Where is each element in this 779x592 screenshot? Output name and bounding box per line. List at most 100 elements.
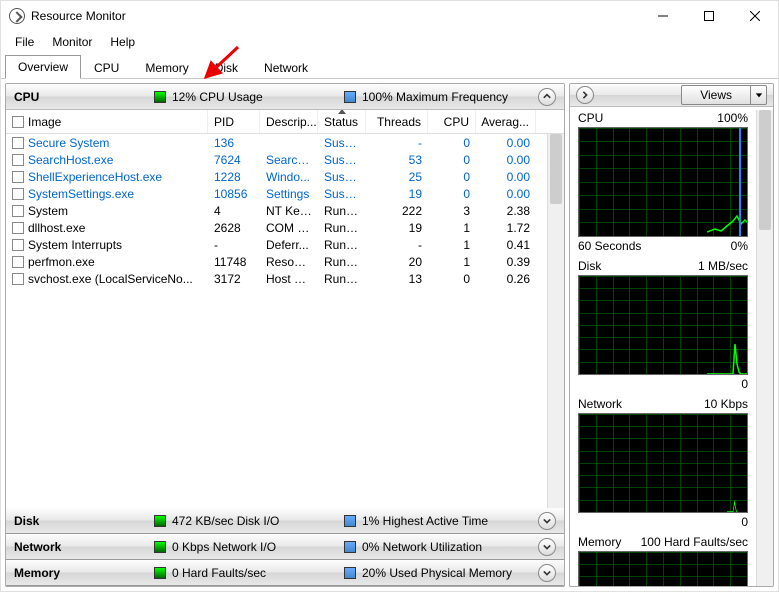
- network-panel-header[interactable]: Network 0 Kbps Network I/O 0% Network Ut…: [6, 534, 564, 560]
- cell-cpu: 1: [428, 255, 476, 269]
- cpu-freq-swatch: [344, 91, 356, 103]
- table-row[interactable]: ShellExperienceHost.exe1228Windo...Suspe…: [6, 168, 564, 185]
- right-pane: Views CPU100%60 Seconds0%Disk1 MB/sec0Ne…: [569, 83, 774, 587]
- network-expand-button[interactable]: [538, 538, 556, 556]
- views-dropdown-icon[interactable]: [750, 86, 766, 104]
- cell-description: Settings: [260, 187, 318, 201]
- graph-min: 0%: [731, 239, 748, 253]
- table-row[interactable]: SystemSettings.exe10856SettingsSuspe...1…: [6, 185, 564, 202]
- graphs-scrollbar[interactable]: [756, 110, 773, 586]
- cell-pid: 4: [208, 204, 260, 218]
- cell-status: Suspe...: [318, 136, 366, 150]
- row-checkbox[interactable]: [12, 171, 24, 183]
- cell-average: 1.72: [476, 221, 536, 235]
- net-util-swatch: [344, 541, 356, 553]
- disk-panel-header[interactable]: Disk 472 KB/sec Disk I/O 1% Highest Acti…: [6, 508, 564, 534]
- table-row[interactable]: System4NT Ker...Runni...22232.38: [6, 202, 564, 219]
- cell-cpu: 0: [428, 136, 476, 150]
- cell-pid: 136: [208, 136, 260, 150]
- cell-pid: -: [208, 238, 260, 252]
- cell-status: Suspe...: [318, 153, 366, 167]
- tab-disk[interactable]: Disk: [202, 56, 251, 79]
- tab-memory[interactable]: Memory: [132, 56, 201, 79]
- disk-expand-button[interactable]: [538, 512, 556, 530]
- tab-bar: Overview CPU Memory Disk Network: [1, 53, 778, 79]
- menubar: File Monitor Help: [1, 31, 778, 53]
- cell-description: Host Pr...: [260, 272, 318, 286]
- close-button[interactable]: [732, 1, 778, 31]
- cpu-column-headers[interactable]: Image PID Descrip... Status Threads CPU …: [6, 110, 564, 134]
- cell-average: 0.00: [476, 153, 536, 167]
- cpu-panel-header[interactable]: CPU 12% CPU Usage 100% Maximum Frequency: [6, 84, 564, 110]
- cpu-collapse-button[interactable]: [538, 88, 556, 106]
- disk-active-label: 1% Highest Active Time: [362, 514, 488, 528]
- graph-block: CPU100%60 Seconds0%: [570, 107, 756, 255]
- row-checkbox[interactable]: [12, 188, 24, 200]
- row-checkbox[interactable]: [12, 222, 24, 234]
- table-row[interactable]: SearchHost.exe7624Search...Suspe...5300.…: [6, 151, 564, 168]
- header-checkbox[interactable]: [12, 116, 24, 128]
- menu-file[interactable]: File: [7, 33, 42, 51]
- tab-cpu[interactable]: CPU: [81, 56, 132, 79]
- row-checkbox[interactable]: [12, 239, 24, 251]
- col-status[interactable]: Status: [318, 110, 366, 133]
- col-average[interactable]: Averag...: [476, 110, 536, 133]
- cell-status: Runni...: [318, 221, 366, 235]
- cell-image: dllhost.exe: [28, 221, 85, 235]
- col-pid[interactable]: PID: [208, 110, 260, 133]
- row-checkbox[interactable]: [12, 137, 24, 149]
- table-scrollbar[interactable]: [547, 134, 564, 508]
- mem-used-swatch: [344, 567, 356, 579]
- cell-pid: 10856: [208, 187, 260, 201]
- tab-network[interactable]: Network: [251, 56, 321, 79]
- table-row[interactable]: Secure System136Suspe...-00.00: [6, 134, 564, 151]
- table-row[interactable]: dllhost.exe2628COM S...Runni...1911.72: [6, 219, 564, 236]
- table-row[interactable]: svchost.exe (LocalServiceNo...3172Host P…: [6, 270, 564, 287]
- tab-overview[interactable]: Overview: [5, 55, 81, 79]
- cell-status: Suspe...: [318, 170, 366, 184]
- cell-average: 0.41: [476, 238, 536, 252]
- graph-title: Network: [578, 397, 622, 411]
- col-image: Image: [6, 110, 208, 133]
- views-button[interactable]: Views: [681, 85, 767, 105]
- col-cpu[interactable]: CPU: [428, 110, 476, 133]
- cell-description: Windo...: [260, 170, 318, 184]
- row-checkbox[interactable]: [12, 273, 24, 285]
- menu-help[interactable]: Help: [102, 33, 143, 51]
- cell-pid: 7624: [208, 153, 260, 167]
- memory-panel-header[interactable]: Memory 0 Hard Faults/sec 20% Used Physic…: [6, 560, 564, 586]
- graph-max: 100%: [717, 111, 748, 125]
- col-threads[interactable]: Threads: [366, 110, 428, 133]
- cell-image: perfmon.exe: [28, 255, 95, 269]
- table-row[interactable]: System Interrupts-Deferr...Runni...-10.4…: [6, 236, 564, 253]
- disk-panel-title: Disk: [14, 514, 154, 528]
- minimize-button[interactable]: [640, 1, 686, 31]
- cell-average: 0.26: [476, 272, 536, 286]
- graph-max: 1 MB/sec: [698, 259, 748, 273]
- graphs-collapse-button[interactable]: [576, 86, 594, 104]
- mem-faults-label: 0 Hard Faults/sec: [172, 566, 266, 580]
- net-io-swatch: [154, 541, 166, 553]
- menu-monitor[interactable]: Monitor: [44, 33, 100, 51]
- graph-block: Disk1 MB/sec0: [570, 255, 756, 393]
- graph-block: Memory100 Hard Faults/sec: [570, 531, 756, 586]
- cell-image: ShellExperienceHost.exe: [28, 170, 162, 184]
- row-checkbox[interactable]: [12, 205, 24, 217]
- row-checkbox[interactable]: [12, 154, 24, 166]
- titlebar: Resource Monitor: [1, 1, 778, 31]
- cell-description: NT Ker...: [260, 204, 318, 218]
- graph-max: 10 Kbps: [704, 397, 748, 411]
- cell-image: SystemSettings.exe: [28, 187, 134, 201]
- col-description[interactable]: Descrip...: [260, 110, 318, 133]
- table-row[interactable]: perfmon.exe11748Resour...Runni...2010.39: [6, 253, 564, 270]
- cell-pid: 2628: [208, 221, 260, 235]
- memory-expand-button[interactable]: [538, 564, 556, 582]
- cell-status: Runni...: [318, 238, 366, 252]
- graph-xlabel: 60 Seconds: [578, 239, 641, 253]
- maximize-button[interactable]: [686, 1, 732, 31]
- cell-cpu: 1: [428, 221, 476, 235]
- cell-cpu: 1: [428, 238, 476, 252]
- row-checkbox[interactable]: [12, 256, 24, 268]
- graph-canvas: [578, 551, 748, 586]
- graph-block: Network10 Kbps0: [570, 393, 756, 531]
